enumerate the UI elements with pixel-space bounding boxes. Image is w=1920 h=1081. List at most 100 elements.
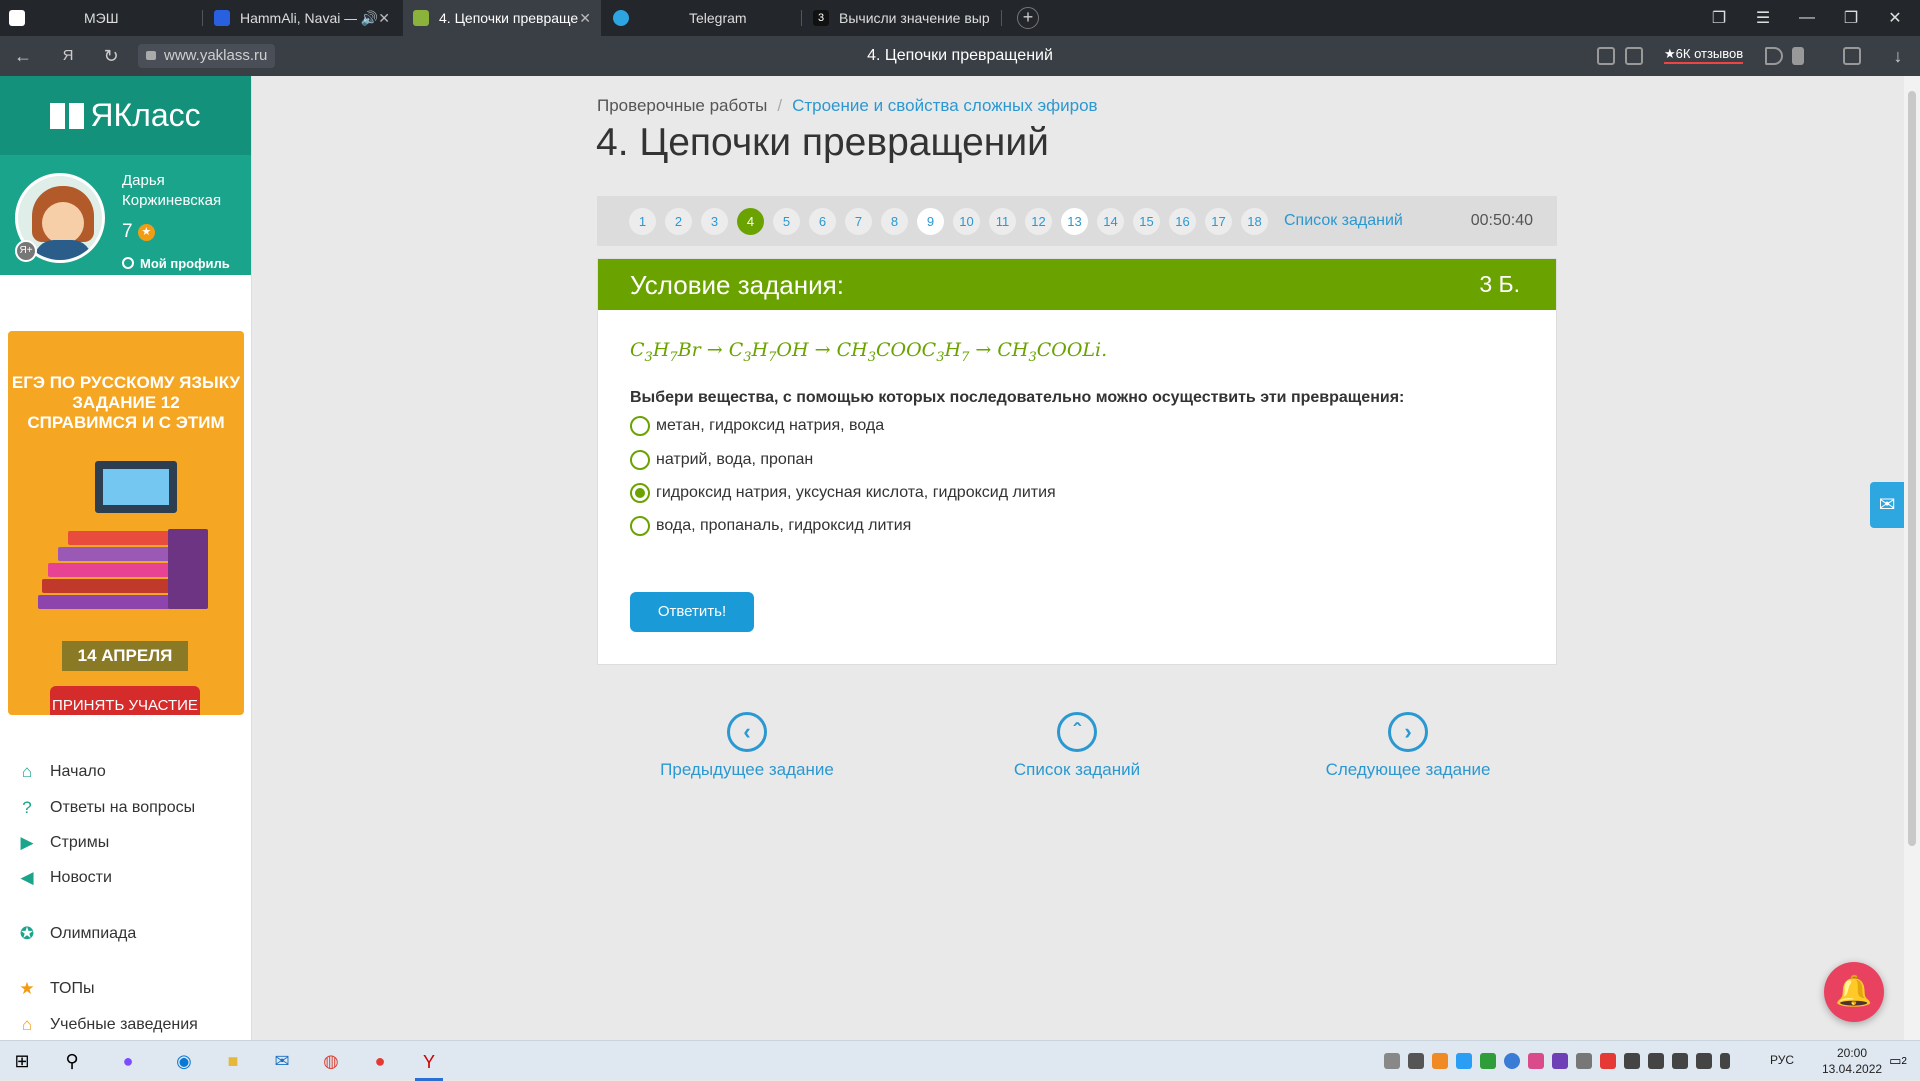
notification-center-icon[interactable]: ▭ 2 (1884, 1047, 1912, 1075)
task-number-6[interactable]: 6 (809, 208, 836, 235)
task-number-7[interactable]: 7 (845, 208, 872, 235)
url-field[interactable]: www.yaklass.ru (138, 44, 276, 68)
answer-option[interactable]: гидроксид натрия, уксусная кислота, гидр… (630, 483, 1056, 503)
task-number-3[interactable]: 3 (701, 208, 728, 235)
alice-icon[interactable]: ● (114, 1047, 142, 1075)
close-tab-icon[interactable]: ✕ (378, 10, 390, 27)
microphone-icon[interactable] (1720, 1053, 1730, 1069)
yandex-app-icon[interactable]: ● (366, 1047, 394, 1075)
share-icon[interactable] (1765, 47, 1783, 65)
task-number-16[interactable]: 16 (1169, 208, 1196, 235)
chrome-icon[interactable]: ◍ (317, 1047, 345, 1075)
task-number-1[interactable]: 1 (629, 208, 656, 235)
yandex-icon[interactable]: Я (56, 44, 80, 68)
tray-icon[interactable] (1528, 1053, 1544, 1069)
tab-mesh[interactable]: МЭШ (74, 0, 200, 36)
extensions-icon[interactable] (1625, 47, 1643, 65)
task-number-13[interactable]: 13 (1061, 208, 1088, 235)
tray-icon[interactable] (1504, 1053, 1520, 1069)
notifications-bell-button[interactable]: 🔔 (1824, 962, 1884, 1022)
tray-icon[interactable] (1384, 1053, 1400, 1069)
back-icon[interactable]: ← (11, 44, 35, 68)
task-number-9[interactable]: 9 (917, 208, 944, 235)
tray-icon[interactable] (1552, 1053, 1568, 1069)
answer-option[interactable]: вода, пропаналь, гидроксид лития (630, 516, 911, 536)
restore-icon[interactable]: ❐ (1829, 0, 1873, 36)
previous-task-link[interactable]: ‹ Предыдущее задание (652, 712, 842, 780)
edge-icon[interactable]: ◉ (170, 1047, 198, 1075)
sidebar-item-answers[interactable]: ? Ответы на вопросы (16, 798, 195, 818)
breadcrumb-topic[interactable]: Строение и свойства сложных эфиров (792, 96, 1097, 115)
tab-yaklass[interactable]: 4. Цепочки превращени ✕ (403, 0, 601, 36)
logout-link[interactable]: Выйти (122, 280, 183, 295)
collections-icon[interactable] (1843, 47, 1861, 65)
promo-banner[interactable]: ЕГЭ ПО РУССКОМУ ЯЗЫКУ ЗАДАНИЕ 12 СПРАВИМ… (8, 331, 244, 715)
task-number-8[interactable]: 8 (881, 208, 908, 235)
task-number-17[interactable]: 17 (1205, 208, 1232, 235)
task-number-4[interactable]: 4 (737, 208, 764, 235)
answer-option[interactable]: метан, гидроксид натрия, вода (630, 416, 884, 436)
tray-icon[interactable] (1408, 1053, 1424, 1069)
mail-app-icon[interactable]: ✉ (268, 1047, 296, 1075)
system-clock[interactable]: 20:00 13.04.2022 (1822, 1045, 1882, 1077)
minimize-icon[interactable]: — (1785, 0, 1829, 36)
answer-option[interactable]: натрий, вода, пропан (630, 450, 813, 470)
my-profile-link[interactable]: Мой профиль (122, 256, 230, 271)
sidebar-item-tops[interactable]: ★ ТОПы (16, 979, 94, 999)
display-icon[interactable] (1672, 1053, 1688, 1069)
tray-icon[interactable] (1456, 1053, 1472, 1069)
battery-icon[interactable] (1624, 1053, 1640, 1069)
tray-icon[interactable] (1432, 1053, 1448, 1069)
menu-icon[interactable]: ☰ (1741, 0, 1785, 36)
language-indicator[interactable]: РУС (1770, 1053, 1794, 1067)
tray-icon[interactable] (1480, 1053, 1496, 1069)
yaklass-logo[interactable]: ЯКласс (0, 76, 251, 155)
task-list-link[interactable]: Список заданий (1284, 212, 1403, 230)
task-number-11[interactable]: 11 (989, 208, 1016, 235)
radio-button-selected[interactable] (630, 483, 650, 503)
next-task-link[interactable]: › Следующее задание (1322, 712, 1494, 780)
reload-icon[interactable]: ↻ (99, 44, 123, 68)
sidebar-item-home[interactable]: ⌂ Начало (16, 762, 106, 782)
reviews-link[interactable]: ★6К отзывов (1664, 46, 1744, 64)
tab-music[interactable]: HammAli, Navai — Т 🔊 ✕ (204, 0, 400, 36)
task-number-15[interactable]: 15 (1133, 208, 1160, 235)
tray-icon[interactable] (1600, 1053, 1616, 1069)
yandex-browser-icon[interactable]: Y (415, 1047, 443, 1081)
tray-icon[interactable] (1576, 1053, 1592, 1069)
bookmarks-panel-icon[interactable]: ❐ (1697, 0, 1741, 36)
task-number-5[interactable]: 5 (773, 208, 800, 235)
radio-button[interactable] (630, 416, 650, 436)
speaker-icon[interactable]: 🔊 (361, 10, 378, 27)
new-tab-button[interactable]: + (1017, 7, 1039, 29)
sidebar-item-news[interactable]: ◀ Новости (16, 868, 111, 888)
network-icon[interactable] (1648, 1053, 1664, 1069)
tab-telegram[interactable]: Telegram (603, 0, 799, 36)
submit-answer-button[interactable]: Ответить! (630, 592, 754, 632)
radio-button[interactable] (630, 516, 650, 536)
explorer-icon[interactable]: ■ (219, 1047, 247, 1075)
close-tab-icon[interactable]: ✕ (579, 10, 591, 27)
volume-icon[interactable] (1696, 1053, 1712, 1069)
close-window-icon[interactable]: ✕ (1873, 0, 1917, 36)
sidebar-item-streams[interactable]: ▶ Стримы (16, 833, 109, 853)
scrollbar[interactable] (1904, 76, 1920, 1040)
sidebar-item-olympiad[interactable]: ✪ Олимпиада (16, 924, 136, 944)
banner-participate-button[interactable]: ПРИНЯТЬ УЧАСТИЕ (50, 686, 200, 715)
bookmark-icon[interactable] (1792, 47, 1804, 65)
task-list-bottom-link[interactable]: ˆ Список заданий (1002, 712, 1152, 780)
task-number-12[interactable]: 12 (1025, 208, 1052, 235)
translate-icon[interactable] (1597, 47, 1615, 65)
breadcrumb-root[interactable]: Проверочные работы (597, 96, 767, 115)
task-number-18[interactable]: 18 (1241, 208, 1268, 235)
sidebar-item-schools[interactable]: ⌂ Учебные заведения (16, 1015, 198, 1035)
download-icon[interactable]: ↓ (1886, 44, 1910, 68)
tab-calc[interactable]: 3 Вычисли значение выра (803, 0, 999, 36)
start-icon[interactable]: ⊞ (8, 1047, 36, 1075)
feedback-mail-button[interactable]: ✉ (1870, 482, 1904, 528)
tabs-menu-icon[interactable] (9, 0, 25, 36)
task-number-14[interactable]: 14 (1097, 208, 1124, 235)
search-icon[interactable]: ⚲ (58, 1047, 86, 1075)
task-number-10[interactable]: 10 (953, 208, 980, 235)
radio-button[interactable] (630, 450, 650, 470)
